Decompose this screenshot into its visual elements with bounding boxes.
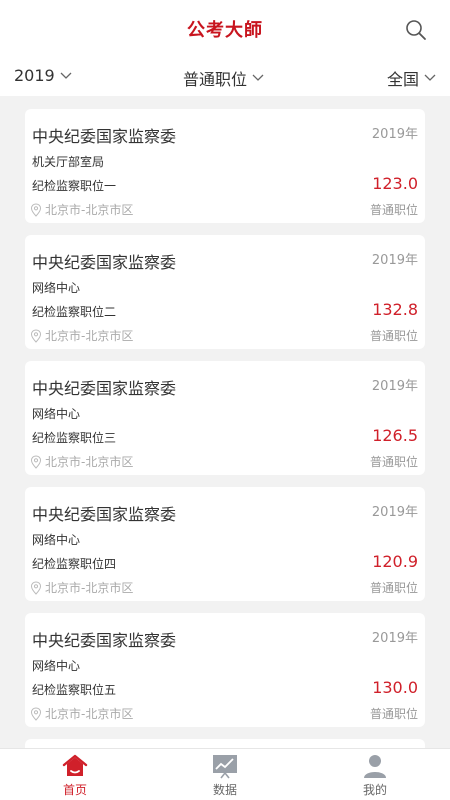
- position-card[interactable]: 中央纪委国家监察委 2019年 网络中心 纪检监察职位三 126.5 北京市-北…: [25, 361, 425, 475]
- department: 网络中心: [32, 659, 81, 673]
- location-pin-icon: [30, 706, 42, 721]
- department: 机关厅部室局: [32, 155, 105, 169]
- position-card[interactable]: 中央纪委国家监察委 2019年 网络中心 纪检监察职位四 120.9 北京市-北…: [25, 487, 425, 601]
- position-category: 普通职位: [369, 455, 418, 469]
- nav-home-label: 首页: [62, 783, 87, 797]
- app-title: 公考大師: [187, 20, 263, 41]
- position-category: 普通职位: [369, 203, 418, 217]
- position-name: 纪检监察职位一: [32, 179, 117, 193]
- position-name: 纪检监察职位二: [32, 305, 117, 319]
- position-name: 纪检监察职位四: [32, 557, 117, 571]
- position-card[interactable]: 中央纪委国家监察委 2019年 网络中心 纪检监察职位二 132.8 北京市-北…: [25, 235, 425, 349]
- score: 132.8: [372, 300, 418, 319]
- card-year: 2019年: [371, 253, 418, 268]
- location-text: 北京市-北京市区: [45, 203, 134, 217]
- department: 网络中心: [32, 281, 81, 295]
- org-name: 中央纪委国家监察委: [32, 127, 177, 146]
- location-text: 北京市-北京市区: [45, 707, 134, 721]
- chevron-down-icon: [424, 74, 436, 81]
- card-year: 2019年: [371, 631, 418, 646]
- nav-data-label: 数据: [212, 783, 237, 797]
- position-card[interactable]: 中央纪委国家监察委 2019年 机关厅部室局 纪检监察职位一 123.0 北京市…: [25, 109, 425, 223]
- search-icon[interactable]: [404, 18, 428, 42]
- region-filter-label: 全国: [386, 70, 419, 89]
- org-name: 中央纪委国家监察委: [32, 631, 177, 650]
- user-icon: [364, 755, 386, 778]
- position-name: 纪检监察职位五: [32, 683, 117, 697]
- location: 北京市-北京市区: [30, 705, 133, 722]
- nav-me-label: 我的: [362, 783, 387, 797]
- chart-icon: [213, 755, 237, 779]
- position-category: 普通职位: [369, 707, 418, 721]
- bottom-nav: 首页 数据 我的: [0, 748, 450, 800]
- filter-bar: 2019 普通职位 全国: [0, 60, 450, 96]
- location-pin-icon: [30, 454, 42, 469]
- nav-me[interactable]: 我的: [335, 753, 415, 798]
- location-text: 北京市-北京市区: [45, 581, 134, 595]
- org-name: 中央纪委国家监察委: [32, 253, 177, 272]
- card-year: 2019年: [371, 127, 418, 142]
- nav-data[interactable]: 数据: [185, 753, 265, 798]
- department: 网络中心: [32, 407, 81, 421]
- chevron-down-icon: [252, 74, 264, 81]
- top-bar: 公考大師: [0, 0, 450, 60]
- position-card[interactable]: 中央纪委国家监察委 2019年 网络中心 纪检监察职位五 130.0 北京市-北…: [25, 613, 425, 727]
- year-filter-label: 2019: [14, 66, 55, 85]
- location: 北京市-北京市区: [30, 579, 133, 596]
- nav-home[interactable]: 首页: [35, 753, 115, 798]
- position-name: 纪检监察职位三: [32, 431, 117, 445]
- card-year: 2019年: [371, 379, 418, 394]
- region-filter[interactable]: 全国: [387, 66, 436, 90]
- position-category: 普通职位: [369, 581, 418, 595]
- card-year: 2019年: [371, 505, 418, 520]
- location-text: 北京市-北京市区: [45, 455, 134, 469]
- position-list: 中央纪委国家监察委 2019年 机关厅部室局 纪检监察职位一 123.0 北京市…: [0, 96, 450, 748]
- type-filter[interactable]: 普通职位: [183, 66, 264, 90]
- org-name: 中央纪委国家监察委: [32, 505, 177, 524]
- score: 120.9: [372, 552, 418, 571]
- position-category: 普通职位: [369, 329, 418, 343]
- org-name: 中央纪委国家监察委: [32, 379, 177, 398]
- score: 130.0: [372, 678, 418, 697]
- location-pin-icon: [30, 202, 42, 217]
- location: 北京市-北京市区: [30, 201, 133, 218]
- app-root: 公考大師 2019 普通职位 全国 中央纪委国家监察委 2019年 机关厅部室局…: [0, 0, 450, 800]
- position-card-partial[interactable]: [25, 739, 425, 748]
- location: 北京市-北京市区: [30, 453, 133, 470]
- chevron-down-icon: [60, 72, 72, 79]
- location-text: 北京市-北京市区: [45, 329, 134, 343]
- type-filter-label: 普通职位: [183, 70, 248, 89]
- home-icon: [62, 754, 88, 776]
- location-pin-icon: [30, 328, 42, 343]
- score: 123.0: [372, 174, 418, 193]
- department: 网络中心: [32, 533, 81, 547]
- location: 北京市-北京市区: [30, 327, 133, 344]
- location-pin-icon: [30, 580, 42, 595]
- year-filter[interactable]: 2019: [14, 66, 72, 85]
- score: 126.5: [372, 426, 418, 445]
